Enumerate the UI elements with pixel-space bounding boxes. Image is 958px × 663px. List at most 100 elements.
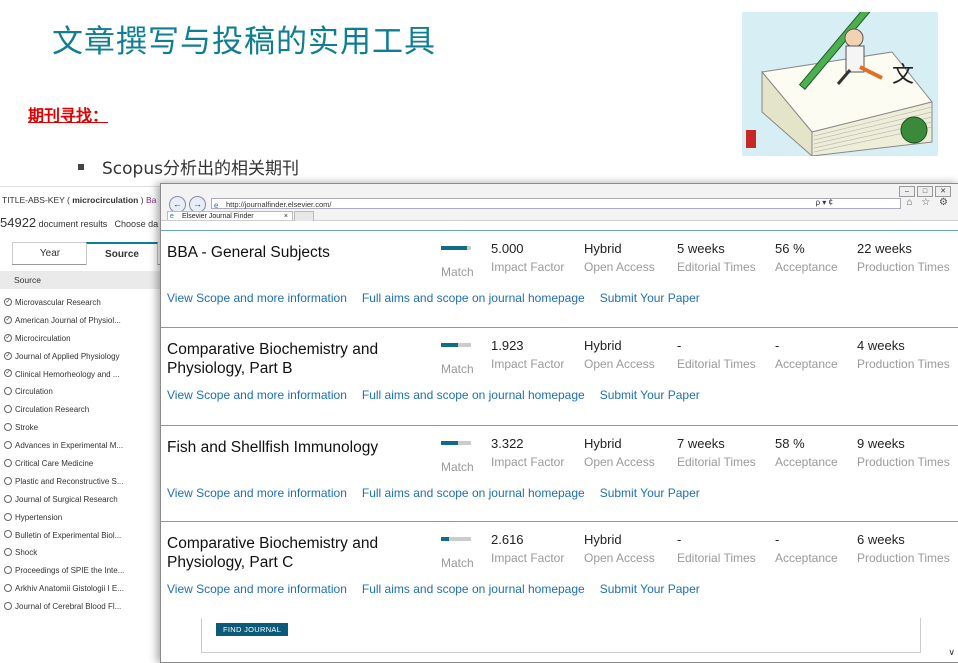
source-column-header: Source	[0, 271, 168, 289]
submit-paper-link[interactable]: Submit Your Paper	[600, 388, 700, 402]
scroll-down-icon[interactable]: ∨	[948, 647, 955, 658]
source-list-item[interactable]: Hypertension	[4, 509, 164, 527]
bullet-square-icon	[78, 164, 84, 170]
impact-label: Impact Factor	[491, 260, 565, 274]
source-label: Stroke	[15, 423, 39, 433]
source-list-item[interactable]: Arkhiv Anatomii Gistologii I E...	[4, 580, 164, 598]
source-list-item[interactable]: ✓ Clinical Hemorheology and ...	[4, 366, 164, 384]
source-list-item[interactable]: Proceedings of SPIE the Inte...	[4, 562, 164, 580]
unchecked-checkbox-icon[interactable]	[4, 602, 12, 611]
journal-name[interactable]: BBA - General Subjects	[167, 243, 412, 262]
view-scope-link[interactable]: View Scope and more information	[167, 388, 347, 402]
source-label: Critical Care Medicine	[15, 459, 94, 469]
unchecked-checkbox-icon[interactable]	[4, 494, 12, 503]
checked-checkbox-icon[interactable]: ✓	[4, 369, 12, 378]
match-bar	[441, 343, 471, 347]
find-journal-button[interactable]: FIND JOURNAL	[216, 623, 289, 636]
source-list-item[interactable]: Journal of Surgical Research	[4, 491, 164, 509]
journal-production: 9 weeks Production Times	[857, 436, 950, 469]
journal-links: View Scope and more information Full aims…	[167, 388, 715, 402]
journal-name[interactable]: Comparative Biochemistry and Physiology,…	[167, 340, 412, 378]
unchecked-checkbox-icon[interactable]	[4, 584, 12, 593]
unchecked-checkbox-icon[interactable]	[4, 566, 12, 575]
maximize-icon[interactable]: □	[917, 186, 933, 197]
production-label: Production Times	[857, 357, 950, 371]
home-favorites-settings-icons[interactable]: ⌂ ☆ ⚙	[906, 197, 951, 208]
close-icon[interactable]: ✕	[935, 186, 951, 197]
checked-checkbox-icon[interactable]: ✓	[4, 351, 12, 360]
source-label: Clinical Hemorheology and ...	[15, 369, 120, 379]
journal-impact: 3.322 Impact Factor	[491, 436, 564, 469]
production-label: Production Times	[857, 551, 950, 565]
unchecked-checkbox-icon[interactable]	[4, 423, 12, 432]
unchecked-checkbox-icon[interactable]	[4, 405, 12, 414]
editorial-label: Editorial Times	[677, 455, 756, 469]
open_access-label: Open Access	[584, 260, 655, 274]
source-list-item[interactable]: Circulation	[4, 383, 164, 401]
source-list-item[interactable]: ✓ Journal of Applied Physiology	[4, 348, 164, 366]
journal-name[interactable]: Comparative Biochemistry and Physiology,…	[167, 534, 412, 572]
unchecked-checkbox-icon[interactable]	[4, 476, 12, 485]
journal-acceptance: 56 % Acceptance	[775, 241, 838, 274]
source-list-item[interactable]: Plastic and Reconstructive S...	[4, 473, 164, 491]
source-list-item[interactable]: Journal of Cerebral Blood Fl...	[4, 598, 164, 616]
source-list-item[interactable]: ✓ American Journal of Physiol...	[4, 312, 164, 330]
source-label: Journal of Applied Physiology	[15, 351, 120, 361]
browser-tab[interactable]: e Elsevier Journal Finder ×	[167, 211, 293, 220]
checked-checkbox-icon[interactable]: ✓	[4, 297, 12, 306]
match-bar-fill	[441, 537, 449, 541]
acceptance-label: Acceptance	[775, 455, 838, 469]
address-bar[interactable]: e http://journalfinder.elsevier.com/	[211, 198, 901, 210]
view-scope-link[interactable]: View Scope and more information	[167, 291, 347, 305]
impact-value: 5.000	[491, 241, 524, 256]
impact-value: 1.923	[491, 338, 524, 353]
journal-links: View Scope and more information Full aims…	[167, 486, 715, 500]
source-list-item[interactable]: ✓ Microcirculation	[4, 330, 164, 348]
source-list-item[interactable]: Shock	[4, 544, 164, 562]
submit-paper-link[interactable]: Submit Your Paper	[600, 486, 700, 500]
source-list-item[interactable]: Stroke	[4, 419, 164, 437]
access-value: Hybrid	[584, 436, 622, 451]
query-extra-link[interactable]: Ba	[146, 195, 156, 205]
minimize-icon[interactable]: –	[899, 186, 915, 197]
access-value: Hybrid	[584, 532, 622, 547]
unchecked-checkbox-icon[interactable]	[4, 512, 12, 521]
full-aims-link[interactable]: Full aims and scope on journal homepage	[362, 291, 585, 305]
unchecked-checkbox-icon[interactable]	[4, 548, 12, 557]
tab-year[interactable]: Year	[12, 242, 88, 264]
match-bar	[441, 537, 471, 541]
source-label: Plastic and Reconstructive S...	[15, 476, 124, 486]
analysis-tabs: Year Source	[12, 242, 172, 265]
choose-date-link[interactable]: Choose da	[115, 219, 159, 229]
view-scope-link[interactable]: View Scope and more information	[167, 582, 347, 596]
tab-source[interactable]: Source	[86, 242, 158, 265]
submit-paper-link[interactable]: Submit Your Paper	[600, 291, 700, 305]
editorial-value: 5 weeks	[677, 241, 725, 256]
source-list-item[interactable]: Bulletin of Experimental Biol...	[4, 527, 164, 545]
unchecked-checkbox-icon[interactable]	[4, 387, 12, 396]
source-list-item[interactable]: Advances in Experimental M...	[4, 437, 164, 455]
source-label: Journal of Cerebral Blood Fl...	[15, 602, 122, 612]
full-aims-link[interactable]: Full aims and scope on journal homepage	[362, 582, 585, 596]
journal-name[interactable]: Fish and Shellfish Immunology	[167, 438, 412, 457]
production-label: Production Times	[857, 260, 950, 274]
source-list-item[interactable]: Circulation Research	[4, 401, 164, 419]
journal-production: 22 weeks Production Times	[857, 241, 950, 274]
journal-editorial: 5 weeks Editorial Times	[677, 241, 756, 274]
full-aims-link[interactable]: Full aims and scope on journal homepage	[362, 486, 585, 500]
unchecked-checkbox-icon[interactable]	[4, 530, 12, 539]
journal-row: Comparative Biochemistry and Physiology,…	[161, 521, 958, 618]
journal-row: BBA - General Subjects Match 5.000 Impact F…	[161, 230, 958, 327]
source-list-item[interactable]: Critical Care Medicine	[4, 455, 164, 473]
unchecked-checkbox-icon[interactable]	[4, 441, 12, 450]
view-scope-link[interactable]: View Scope and more information	[167, 486, 347, 500]
impact-label: Impact Factor	[491, 357, 565, 371]
checked-checkbox-icon[interactable]: ✓	[4, 315, 12, 324]
source-list-item[interactable]: ✓ Microvascular Research	[4, 294, 164, 312]
submit-paper-link[interactable]: Submit Your Paper	[600, 582, 700, 596]
unchecked-checkbox-icon[interactable]	[4, 458, 12, 467]
checked-checkbox-icon[interactable]: ✓	[4, 333, 12, 342]
url-tools[interactable]: ρ ▾ ¢	[816, 198, 833, 207]
full-aims-link[interactable]: Full aims and scope on journal homepage	[362, 388, 585, 402]
match-bar-fill	[441, 441, 458, 445]
